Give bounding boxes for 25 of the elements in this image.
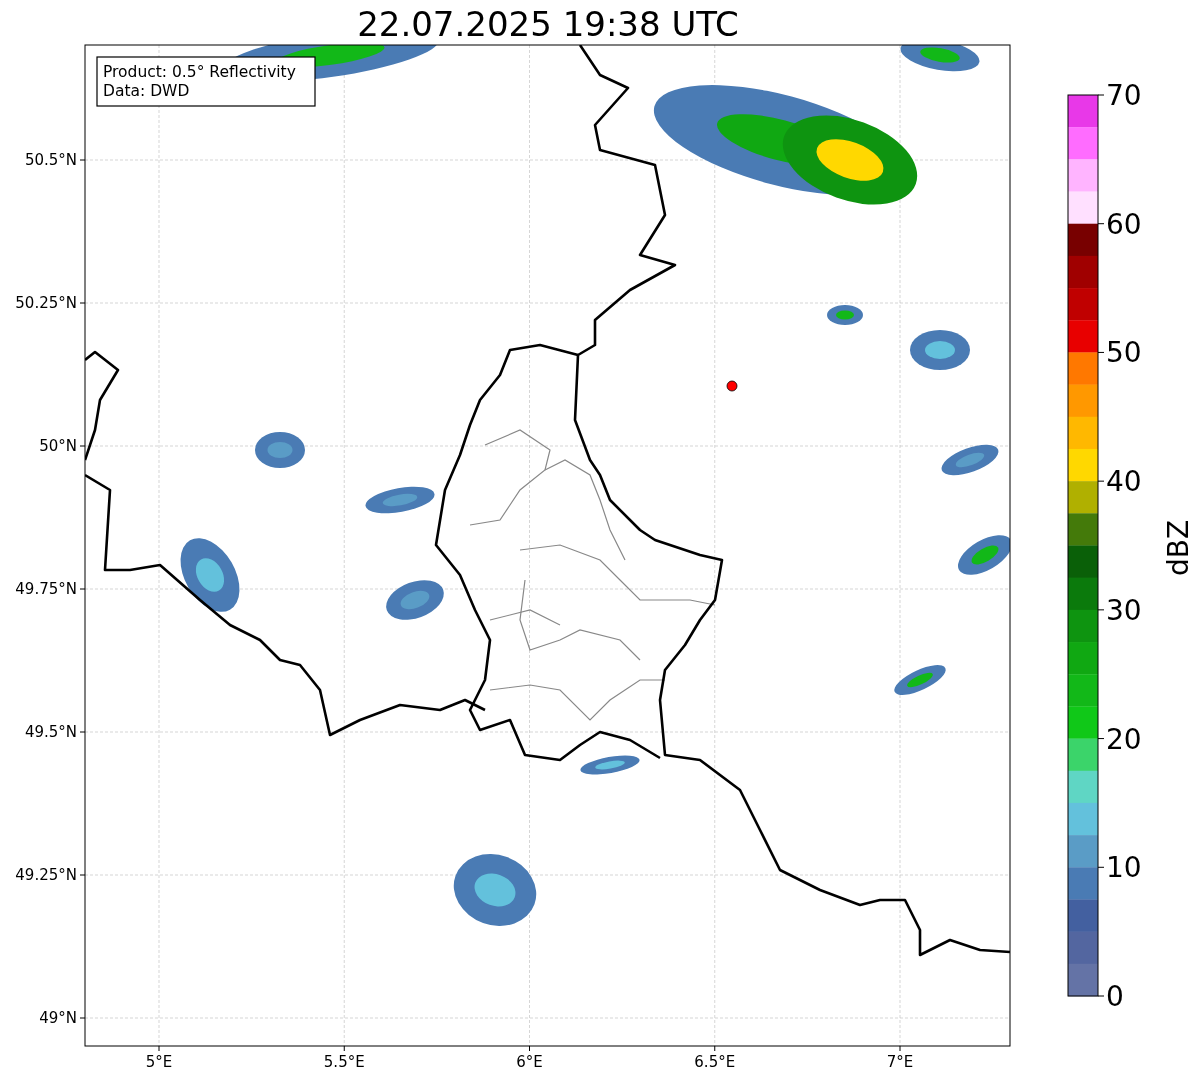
colorbar-tick-label: 10 [1106,851,1142,885]
colorbar-tick-label: 20 [1106,722,1142,756]
axis-tick-label: 49.25°N [15,866,77,884]
colorbar-tick-label: 0 [1106,980,1124,1013]
info-text: Data: DWD [103,82,190,100]
axis-tick-label: 7°E [886,1053,914,1071]
axis-tick-label: 50.25°N [15,294,77,312]
axis-tick-label: 49°N [39,1009,77,1027]
colorbar-tick-label: 30 [1106,593,1142,627]
colorbar-tick-label: 40 [1106,465,1142,499]
info-text: Product: 0.5° Reflectivity [103,63,296,81]
axis-tick-label: 6.5°E [694,1053,736,1071]
axis-tick-label: 6°E [516,1053,543,1071]
axis-tick-label: 50°N [39,437,77,455]
colorbar-tick-label: 60 [1106,207,1142,241]
axis-tick-label: 49.75°N [15,580,77,598]
colorbar-tick-label: 70 [1106,79,1142,112]
plot-title: 22.07.2025 19:38 UTC [357,4,739,44]
axis-tick-label: 49.5°N [24,723,77,741]
axis-tick-label: 5°E [145,1053,173,1071]
colorbar-label: dBZ [1162,519,1195,577]
axis-tick-label: 5.5°E [323,1053,365,1071]
colorbar-tick-label: 50 [1106,336,1142,370]
axis-tick-label: 50.5°N [24,151,77,169]
location-marker [726,380,738,392]
